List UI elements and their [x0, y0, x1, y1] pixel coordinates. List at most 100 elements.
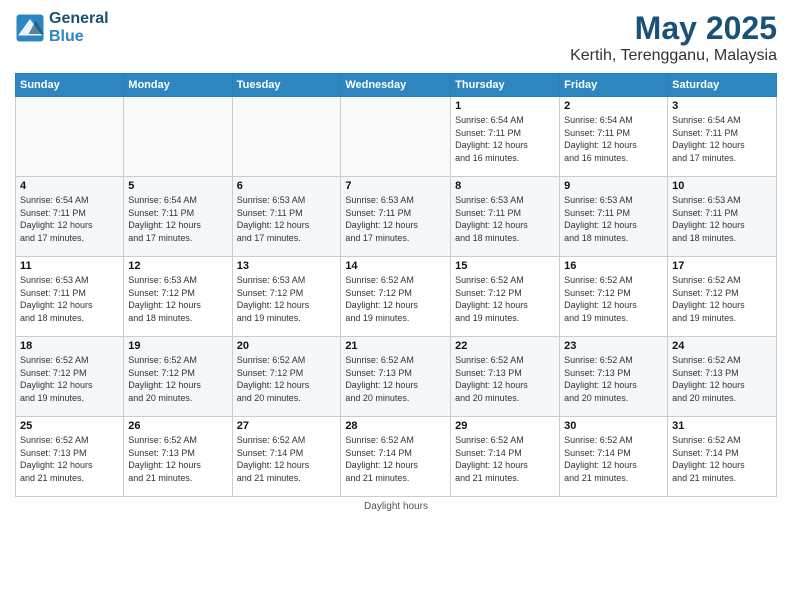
day-number: 4 — [20, 180, 119, 192]
day-info: Sunrise: 6:52 AM Sunset: 7:12 PM Dayligh… — [564, 274, 663, 324]
calendar-header-cell: Thursday — [451, 74, 560, 97]
calendar-day-cell: 4 Sunrise: 6:54 AM Sunset: 7:11 PM Daylig… — [16, 177, 124, 257]
calendar-day-cell: 17Sunrise: 6:52 AM Sunset: 7:12 PM Dayli… — [668, 257, 777, 337]
calendar-day-cell: 25 Sunrise: 6:52 AM Sunset: 7:13 PM Dayli… — [16, 417, 124, 497]
day-number: 21 — [345, 340, 446, 352]
header: General Blue May 2025 Kertih, Terengganu… — [15, 10, 777, 65]
day-info: Sunrise: 6:53 AM Sunset: 7:11 PM Dayligh… — [455, 194, 555, 244]
calendar-week-row: 1 Sunrise: 6:54 AM Sunset: 7:11 PM Daylig… — [16, 97, 777, 177]
day-number: 18 — [20, 340, 119, 352]
calendar-day-cell: 18 Sunrise: 6:52 AM Sunset: 7:12 PM Dayli… — [16, 337, 124, 417]
day-info: Sunrise: 6:52 AM Sunset: 7:14 PM Dayligh… — [564, 434, 663, 484]
calendar-day-cell: 5Sunrise: 6:54 AM Sunset: 7:11 PM Daylig… — [124, 177, 232, 257]
calendar-header-cell: Sunday — [16, 74, 124, 97]
day-info: Sunrise: 6:52 AM Sunset: 7:12 PM Dayligh… — [455, 274, 555, 324]
day-info: Sunrise: 6:52 AM Sunset: 7:14 PM Dayligh… — [237, 434, 337, 484]
calendar-week-row: 4 Sunrise: 6:54 AM Sunset: 7:11 PM Daylig… — [16, 177, 777, 257]
calendar-day-cell: 3Sunrise: 6:54 AM Sunset: 7:11 PM Daylig… — [668, 97, 777, 177]
day-number: 6 — [237, 180, 337, 192]
calendar-day-cell: 22Sunrise: 6:52 AM Sunset: 7:13 PM Dayli… — [451, 337, 560, 417]
day-info: Sunrise: 6:53 AM Sunset: 7:11 PM Dayligh… — [20, 274, 119, 324]
calendar-day-cell: 15Sunrise: 6:52 AM Sunset: 7:12 PM Dayli… — [451, 257, 560, 337]
calendar-day-cell: 13 Sunrise: 6:53 AM Sunset: 7:12 PM Dayli… — [232, 257, 341, 337]
day-number: 8 — [455, 180, 555, 192]
day-number: 2 — [564, 100, 663, 112]
day-info: Sunrise: 6:52 AM Sunset: 7:13 PM Dayligh… — [672, 354, 772, 404]
calendar-day-cell: 21 Sunrise: 6:52 AM Sunset: 7:13 PM Dayli… — [341, 337, 451, 417]
calendar-week-row: 11 Sunrise: 6:53 AM Sunset: 7:11 PM Dayli… — [16, 257, 777, 337]
calendar-day-cell: 9 Sunrise: 6:53 AM Sunset: 7:11 PM Daylig… — [560, 177, 668, 257]
day-number: 31 — [672, 420, 772, 432]
calendar-day-cell: 1 Sunrise: 6:54 AM Sunset: 7:11 PM Daylig… — [451, 97, 560, 177]
day-info: Sunrise: 6:54 AM Sunset: 7:11 PM Dayligh… — [564, 114, 663, 164]
day-info: Sunrise: 6:52 AM Sunset: 7:14 PM Dayligh… — [345, 434, 446, 484]
location-title: Kertih, Terengganu, Malaysia — [570, 47, 777, 65]
day-number: 12 — [128, 260, 227, 272]
day-number: 23 — [564, 340, 663, 352]
day-number: 16 — [564, 260, 663, 272]
day-info: Sunrise: 6:54 AM Sunset: 7:11 PM Dayligh… — [20, 194, 119, 244]
title-block: May 2025 Kertih, Terengganu, Malaysia — [570, 10, 777, 65]
day-info: Sunrise: 6:52 AM Sunset: 7:12 PM Dayligh… — [345, 274, 446, 324]
calendar-day-cell: 2 Sunrise: 6:54 AM Sunset: 7:11 PM Daylig… — [560, 97, 668, 177]
calendar-day-cell: 29Sunrise: 6:52 AM Sunset: 7:14 PM Dayli… — [451, 417, 560, 497]
calendar-header-cell: Tuesday — [232, 74, 341, 97]
day-info: Sunrise: 6:52 AM Sunset: 7:12 PM Dayligh… — [20, 354, 119, 404]
month-title: May 2025 — [570, 10, 777, 47]
calendar-day-cell: 26Sunrise: 6:52 AM Sunset: 7:13 PM Dayli… — [124, 417, 232, 497]
day-number: 28 — [345, 420, 446, 432]
calendar-day-cell: 31 Sunrise: 6:52 AM Sunset: 7:14 PM Dayli… — [668, 417, 777, 497]
calendar-day-cell: 27 Sunrise: 6:52 AM Sunset: 7:14 PM Dayli… — [232, 417, 341, 497]
day-number: 20 — [237, 340, 337, 352]
day-number: 17 — [672, 260, 772, 272]
day-info: Sunrise: 6:54 AM Sunset: 7:11 PM Dayligh… — [455, 114, 555, 164]
day-number: 9 — [564, 180, 663, 192]
day-number: 22 — [455, 340, 555, 352]
day-number: 24 — [672, 340, 772, 352]
day-number: 3 — [672, 100, 772, 112]
calendar-header-cell: Wednesday — [341, 74, 451, 97]
day-info: Sunrise: 6:52 AM Sunset: 7:12 PM Dayligh… — [128, 354, 227, 404]
day-number: 27 — [237, 420, 337, 432]
day-info: Sunrise: 6:53 AM Sunset: 7:11 PM Dayligh… — [345, 194, 446, 244]
day-number: 30 — [564, 420, 663, 432]
calendar-day-cell: 16 Sunrise: 6:52 AM Sunset: 7:12 PM Dayli… — [560, 257, 668, 337]
calendar-week-row: 18 Sunrise: 6:52 AM Sunset: 7:12 PM Dayli… — [16, 337, 777, 417]
calendar-day-cell: 28 Sunrise: 6:52 AM Sunset: 7:14 PM Dayli… — [341, 417, 451, 497]
day-number: 19 — [128, 340, 227, 352]
day-number: 1 — [455, 100, 555, 112]
day-info: Sunrise: 6:53 AM Sunset: 7:12 PM Dayligh… — [237, 274, 337, 324]
calendar-day-cell: 7 Sunrise: 6:53 AM Sunset: 7:11 PM Daylig… — [341, 177, 451, 257]
calendar-day-cell: 23Sunrise: 6:52 AM Sunset: 7:13 PM Dayli… — [560, 337, 668, 417]
calendar: SundayMondayTuesdayWednesdayThursdayFrid… — [15, 73, 777, 497]
calendar-day-cell — [124, 97, 232, 177]
logo: General Blue — [15, 10, 109, 46]
calendar-header-cell: Saturday — [668, 74, 777, 97]
day-info: Sunrise: 6:53 AM Sunset: 7:11 PM Dayligh… — [564, 194, 663, 244]
calendar-day-cell: 20 Sunrise: 6:52 AM Sunset: 7:12 PM Dayli… — [232, 337, 341, 417]
page: General Blue May 2025 Kertih, Terengganu… — [0, 0, 792, 612]
calendar-day-cell: 19 Sunrise: 6:52 AM Sunset: 7:12 PM Dayli… — [124, 337, 232, 417]
day-info: Sunrise: 6:52 AM Sunset: 7:13 PM Dayligh… — [128, 434, 227, 484]
day-number: 29 — [455, 420, 555, 432]
day-number: 13 — [237, 260, 337, 272]
day-info: Sunrise: 6:52 AM Sunset: 7:13 PM Dayligh… — [345, 354, 446, 404]
calendar-day-cell: 11 Sunrise: 6:53 AM Sunset: 7:11 PM Dayli… — [16, 257, 124, 337]
day-info: Sunrise: 6:52 AM Sunset: 7:13 PM Dayligh… — [20, 434, 119, 484]
day-info: Sunrise: 6:52 AM Sunset: 7:12 PM Dayligh… — [237, 354, 337, 404]
day-info: Sunrise: 6:53 AM Sunset: 7:11 PM Dayligh… — [672, 194, 772, 244]
calendar-week-row: 25 Sunrise: 6:52 AM Sunset: 7:13 PM Dayli… — [16, 417, 777, 497]
calendar-day-cell — [341, 97, 451, 177]
calendar-day-cell: 8 Sunrise: 6:53 AM Sunset: 7:11 PM Daylig… — [451, 177, 560, 257]
footer-text: Daylight hours — [364, 501, 428, 512]
day-number: 14 — [345, 260, 446, 272]
day-info: Sunrise: 6:53 AM Sunset: 7:12 PM Dayligh… — [128, 274, 227, 324]
calendar-header-cell: Monday — [124, 74, 232, 97]
day-info: Sunrise: 6:52 AM Sunset: 7:14 PM Dayligh… — [672, 434, 772, 484]
day-number: 25 — [20, 420, 119, 432]
day-number: 7 — [345, 180, 446, 192]
footer: Daylight hours — [15, 501, 777, 512]
calendar-header-row: SundayMondayTuesdayWednesdayThursdayFrid… — [16, 74, 777, 97]
calendar-day-cell: 14 Sunrise: 6:52 AM Sunset: 7:12 PM Dayli… — [341, 257, 451, 337]
day-number: 11 — [20, 260, 119, 272]
